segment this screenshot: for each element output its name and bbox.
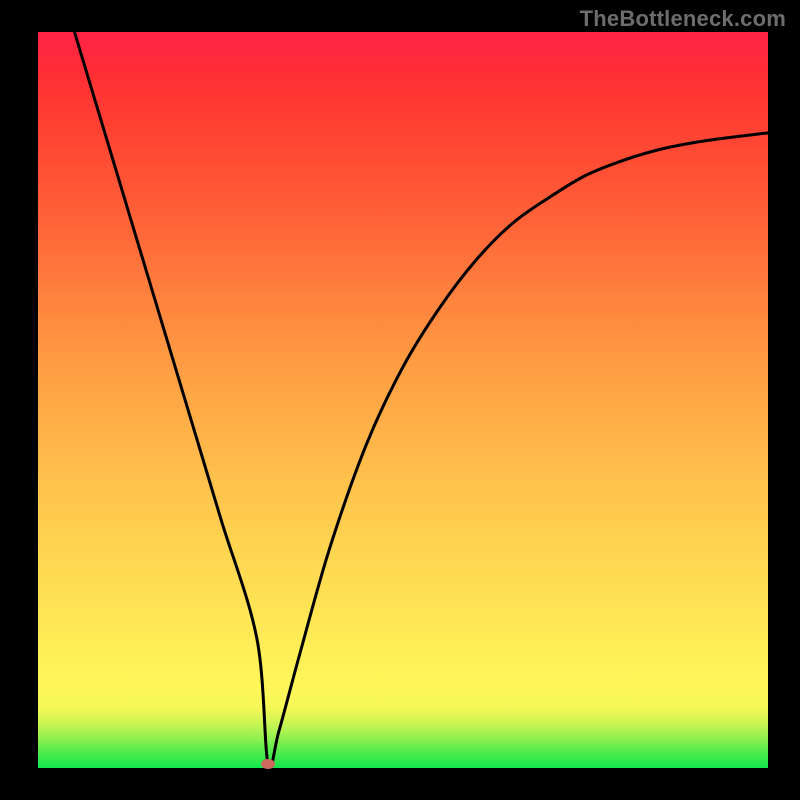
minimum-marker [261, 759, 275, 769]
chart-frame: TheBottleneck.com [0, 0, 800, 800]
curve-svg [38, 32, 768, 768]
plot-area [38, 32, 768, 768]
curve-line [75, 32, 769, 769]
watermark-label: TheBottleneck.com [580, 6, 786, 32]
